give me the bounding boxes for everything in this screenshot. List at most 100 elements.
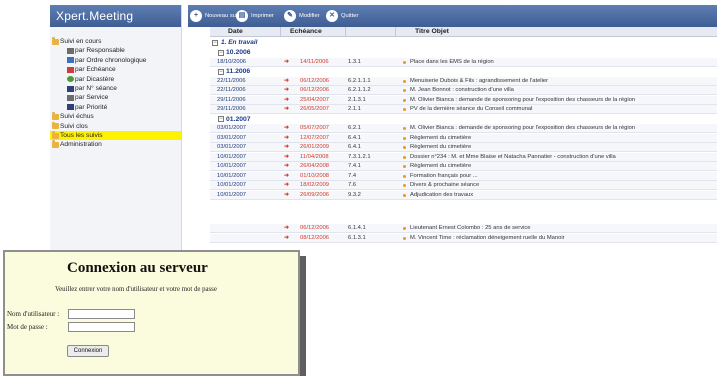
sidebar-item-administration[interactable]: Administration (50, 140, 181, 149)
echeance-cell: 06/12/2006 (300, 87, 330, 94)
password-field[interactable] (68, 322, 135, 332)
arrow-right-icon: ➜ (284, 153, 289, 160)
echeance-cell: 26/01/2009 (300, 144, 330, 151)
month-group-header[interactable]: −11.2006 (210, 67, 717, 76)
title-cell: Dossier n°234 : M. et Mme Blaise et Nata… (410, 153, 616, 160)
username-field[interactable] (68, 309, 135, 319)
arrow-right-icon: ➜ (284, 234, 289, 241)
status-dot-icon (403, 174, 406, 178)
table-row[interactable]: 10/01/2007 ➜ 11/04/2008 7.3.1.2.1 Dossier n°… (210, 152, 717, 162)
sidebar-item-suivi-echus[interactable]: Suivi échus (50, 112, 181, 121)
number-cell: 7.4 (348, 172, 357, 179)
table-row[interactable]: 22/11/2006 ➜ 06/12/2006 6.2.1.1.1 Menuiserie… (210, 76, 717, 86)
quit-button[interactable]: ✕ Quitter (326, 10, 358, 22)
echeance-cell: 26/09/2006 (300, 191, 330, 198)
quit-button-label: Quitter (341, 13, 359, 19)
edit-icon: ✎ (284, 10, 296, 22)
table-row[interactable]: 10/01/2007 ➜ 26/09/2006 9.3.2 Adjudication d… (210, 190, 717, 200)
date-cell: 29/11/2006 (217, 106, 246, 113)
collapse-icon[interactable]: − (218, 68, 224, 75)
table-row[interactable]: 10/01/2007 ➜ 18/02/2009 7.6 Divers & prochai… (210, 181, 717, 191)
sidebar-item-par-priorite[interactable]: par Priorité (50, 103, 181, 112)
table-row[interactable]: 10/01/2007 ➜ 01/10/2008 7.4 Formation frança… (210, 171, 717, 181)
column-header-titre[interactable]: Titre Objet (415, 27, 449, 37)
table-row[interactable]: 03/01/2007 ➜ 12/07/2007 6.4.1 Règlement du c… (210, 133, 717, 143)
sidebar-item-suivi-en-cours[interactable]: Suivi en cours (50, 37, 181, 46)
number-cell: 6.1.4.1 (348, 225, 366, 232)
number-cell: 9.3.2 (348, 191, 361, 198)
number-cell: 6.2.1.1.2 (348, 87, 371, 94)
collapse-icon[interactable]: − (218, 116, 224, 123)
arrow-right-icon: ➜ (284, 134, 289, 141)
section-header[interactable]: −1. En travail (210, 38, 717, 47)
date-cell: 03/01/2007 (217, 144, 247, 151)
status-dot-icon (403, 165, 406, 169)
status-dot-icon (403, 146, 406, 150)
status-dot-icon (403, 89, 406, 93)
status-dot-icon (403, 79, 406, 83)
echeance-cell: 06/12/2006 (300, 225, 330, 232)
number-cell: 2.1.3.1 (348, 96, 366, 103)
column-divider (280, 27, 281, 37)
table-row[interactable]: 22/11/2006 ➜ 06/12/2006 6.2.1.1.2 M. Jean Bo… (210, 86, 717, 96)
sidebar-item-suivi-clos[interactable]: Suivi clos (50, 121, 181, 131)
title-cell: Adjudication des travaux (410, 191, 474, 198)
arrow-right-icon: ➜ (284, 163, 289, 170)
column-header-date[interactable]: Date (228, 27, 243, 37)
sidebar-item-par-dicastere[interactable]: par Dicastère (50, 75, 181, 84)
status-dot-icon (403, 108, 406, 112)
print-button[interactable]: ▤ Imprimer (236, 10, 274, 22)
table-row[interactable]: 03/01/2007 ➜ 05/07/2007 6.2.1 M. Olivier Bia… (210, 124, 717, 134)
title-cell: Formation français pour ... (410, 172, 478, 179)
echeance-cell: 26/05/2007 (300, 106, 330, 113)
dialog-title: Connexion au serveur (67, 260, 208, 276)
table-row[interactable]: ➜ 08/12/2006 6.1.3.1 M. Vincent Time : récl… (210, 233, 717, 243)
collapse-icon[interactable]: − (218, 49, 224, 56)
month-group-header[interactable]: −10.2006 (210, 48, 717, 57)
number-cell: 7.4.1 (348, 163, 361, 170)
table-row[interactable]: 29/11/2006 ➜ 25/04/2007 2.1.3.1 M. Olivier B… (210, 95, 717, 105)
sidebar-item-tous-les-suivis[interactable]: Tous les suivis (50, 130, 181, 141)
title-cell: M. Olivier Bianca : demande de sponsorin… (410, 125, 636, 132)
sidebar-item-label: par Dicastère (75, 75, 115, 83)
table-row[interactable]: 18/10/2006 ➜ 14/11/2006 1.3.1 Place dans les… (210, 57, 717, 67)
column-divider (395, 27, 396, 37)
number-cell: 7.6 (348, 182, 357, 189)
echeance-cell: 26/04/2008 (300, 163, 330, 170)
folder-icon (52, 121, 59, 130)
sidebar-item-par-service[interactable]: par Service (50, 93, 181, 102)
sidebar: Xpert.Meeting Suivi en cours par Respons… (50, 5, 182, 285)
sidebar-item-par-responsable[interactable]: par Responsable (50, 46, 181, 55)
collapse-icon[interactable]: − (212, 39, 218, 46)
sidebar-item-label: par Echéance (75, 66, 116, 74)
calendar-icon (67, 66, 74, 73)
status-dot-icon (403, 60, 406, 64)
title-cell: M. Jean Bonnot : construction d'une vill… (410, 87, 514, 94)
new-button[interactable]: + Nouveau suivi (190, 10, 241, 22)
edit-button[interactable]: ✎ Modifier (284, 10, 320, 22)
column-divider (345, 27, 346, 37)
arrow-right-icon: ➜ (284, 96, 289, 103)
status-dot-icon (403, 184, 406, 188)
title-cell: PV de la dernière séance du Conseil comm… (410, 106, 533, 113)
arrow-right-icon: ➜ (284, 125, 289, 132)
title-cell: Règlement du cimetière (410, 144, 472, 151)
sidebar-item-label: Administration (60, 141, 102, 149)
sidebar-item-par-echeance[interactable]: par Echéance (50, 65, 181, 74)
table-row[interactable]: ➜ 06/12/2006 6.1.4.1 Lieutenant Ernest Colo… (210, 224, 717, 234)
connect-button[interactable]: Connexion (67, 345, 109, 357)
column-header-echeance[interactable]: Echéance (290, 27, 322, 37)
sidebar-item-par-ordre-chronologique[interactable]: par Ordre chronologique (50, 56, 181, 65)
date-cell: 10/01/2007 (217, 191, 247, 198)
date-cell: 22/11/2006 (217, 77, 246, 84)
table-row[interactable]: 29/11/2006 ➜ 26/05/2007 2.1.1 PV de la derni… (210, 105, 717, 115)
echeance-cell: 06/12/2006 (300, 77, 330, 84)
month-group-header[interactable]: −01.2007 (210, 115, 717, 124)
arrow-right-icon: ➜ (284, 191, 289, 198)
date-cell: 18/10/2006 (217, 58, 247, 65)
number-cell: 7.3.1.2.1 (348, 153, 371, 160)
table-header: Date Echéance Titre Objet (210, 27, 717, 37)
sidebar-item-par-no-seance[interactable]: par N° séance (50, 84, 181, 93)
table-row[interactable]: 03/01/2007 ➜ 26/01/2009 6.4.1 Règlement du c… (210, 143, 717, 153)
table-row[interactable]: 10/01/2007 ➜ 26/04/2008 7.4.1 Règlement du c… (210, 162, 717, 172)
